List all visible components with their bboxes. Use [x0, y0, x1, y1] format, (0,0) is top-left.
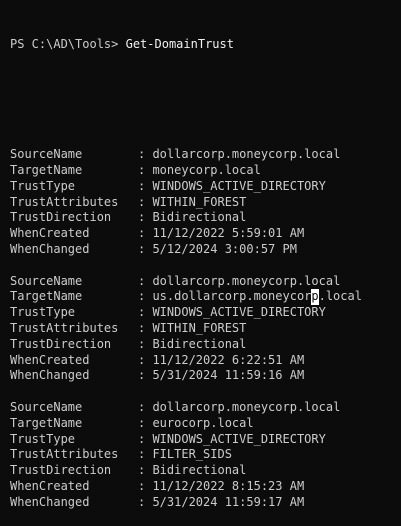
field-separator: : — [138, 241, 153, 256]
trust-field-row: WhenChanged: 5/31/2024 11:59:16 AM — [10, 368, 401, 384]
field-name: WhenChanged — [10, 494, 90, 509]
field-value: WITHIN_FOREST — [152, 320, 247, 335]
field-separator: : — [138, 494, 153, 509]
trust-field-row: TargetName: eurocorp.local — [10, 416, 401, 432]
trust-record: SourceName: dollarcorp.moneycorp.local Ta… — [10, 400, 401, 511]
field-name: TrustType — [10, 178, 76, 193]
prompt-line: PS C:\AD\Tools> Get-DomainTrust — [10, 37, 401, 53]
field-separator: : — [138, 210, 153, 225]
field-value: WINDOWS_ACTIVE_DIRECTORY — [152, 178, 326, 193]
field-value: eurocorp.local — [152, 415, 254, 430]
field-separator: : — [138, 194, 153, 209]
field-value: Bidirectional — [152, 210, 247, 225]
trust-field-row: WhenChanged: 5/31/2024 11:59:17 AM — [10, 495, 401, 511]
trust-records: SourceName: dollarcorp.moneycorp.local Ta… — [10, 147, 401, 510]
field-value: 11/12/2022 6:22:51 AM — [152, 352, 305, 367]
trust-field-row: TrustDirection: Bidirectional — [10, 463, 401, 479]
value-after-cursor: .local — [318, 289, 362, 304]
field-value: 5/31/2024 11:59:17 AM — [152, 494, 305, 509]
field-name: TargetName — [10, 289, 83, 304]
field-separator: : — [138, 320, 153, 335]
trust-field-row: TrustType: WINDOWS_ACTIVE_DIRECTORY — [10, 305, 401, 321]
field-separator: : — [138, 273, 153, 288]
field-separator: : — [138, 399, 153, 414]
field-value: FILTER_SIDS — [152, 447, 232, 462]
field-separator: : — [138, 178, 153, 193]
field-separator: : — [138, 368, 153, 383]
field-name: TrustType — [10, 305, 76, 320]
field-name: SourceName — [10, 273, 83, 288]
trust-field-row: TrustType: WINDOWS_ACTIVE_DIRECTORY — [10, 179, 401, 195]
field-separator: : — [138, 336, 153, 351]
trust-field-row: WhenCreated: 11/12/2022 6:22:51 AM — [10, 353, 401, 369]
field-value: dollarcorp.moneycorp.local — [152, 399, 341, 414]
trust-field-row: TrustDirection: Bidirectional — [10, 337, 401, 353]
trust-field-row: TrustAttributes: FILTER_SIDS — [10, 447, 401, 463]
field-separator: : — [138, 305, 153, 320]
field-separator: : — [138, 226, 153, 241]
trust-field-row: SourceName: dollarcorp.moneycorp.local — [10, 400, 401, 416]
value-before-cursor: us.dollarcorp.moneycor — [152, 289, 312, 304]
field-value: WINDOWS_ACTIVE_DIRECTORY — [152, 431, 326, 446]
field-value: dollarcorp.moneycorp.local — [152, 147, 341, 162]
command-text: Get-DomainTrust — [125, 36, 234, 51]
field-name: WhenChanged — [10, 241, 90, 256]
field-name: SourceName — [10, 147, 83, 162]
field-name: TrustDirection — [10, 463, 112, 478]
field-separator: : — [138, 352, 153, 367]
field-value: Bidirectional — [152, 336, 247, 351]
field-separator: : — [138, 463, 153, 478]
field-name: SourceName — [10, 399, 83, 414]
field-name: WhenCreated — [10, 352, 90, 367]
field-separator: : — [138, 431, 153, 446]
field-value: Bidirectional — [152, 463, 247, 478]
trust-field-row: TrustAttributes: WITHIN_FOREST — [10, 195, 401, 211]
prompt: PS C:\AD\Tools> — [10, 36, 119, 51]
field-value: 11/12/2022 5:59:01 AM — [152, 226, 305, 241]
field-name: WhenCreated — [10, 226, 90, 241]
field-separator: : — [138, 147, 153, 162]
field-value: 5/31/2024 11:59:16 AM — [152, 368, 305, 383]
field-value: dollarcorp.moneycorp.local — [152, 273, 341, 288]
trust-field-row: TrustDirection: Bidirectional — [10, 210, 401, 226]
trust-field-row: WhenCreated: 11/12/2022 5:59:01 AM — [10, 226, 401, 242]
field-name: TrustDirection — [10, 210, 112, 225]
trust-field-row: SourceName: dollarcorp.moneycorp.local — [10, 147, 401, 163]
field-name: TrustAttributes — [10, 447, 119, 462]
field-name: TargetName — [10, 162, 83, 177]
trust-field-row: TargetName: us.dollarcorp.moneycorp.loca… — [10, 289, 401, 306]
powershell-terminal[interactable]: PS C:\AD\Tools> Get-DomainTrust SourceNa… — [0, 0, 401, 509]
field-name: TrustAttributes — [10, 320, 119, 335]
field-name: WhenChanged — [10, 368, 90, 383]
field-value: WINDOWS_ACTIVE_DIRECTORY — [152, 305, 326, 320]
field-value: moneycorp.local — [152, 162, 261, 177]
trust-field-row: WhenCreated: 11/12/2022 8:15:23 AM — [10, 479, 401, 495]
field-separator: : — [138, 289, 153, 304]
field-name: WhenCreated — [10, 478, 90, 493]
trust-field-row: SourceName: dollarcorp.moneycorp.local — [10, 274, 401, 290]
field-name: TargetName — [10, 415, 83, 430]
field-separator: : — [138, 478, 153, 493]
trust-field-row: WhenChanged: 5/12/2024 3:00:57 PM — [10, 242, 401, 258]
field-separator: : — [138, 415, 153, 430]
field-separator: : — [138, 162, 153, 177]
field-name: TrustAttributes — [10, 194, 119, 209]
field-name: TrustDirection — [10, 336, 112, 351]
text-cursor: p — [311, 289, 319, 306]
field-value: WITHIN_FOREST — [152, 194, 247, 209]
field-value: 5/12/2024 3:00:57 PM — [152, 241, 297, 256]
field-separator: : — [138, 447, 153, 462]
trust-record: SourceName: dollarcorp.moneycorp.local Ta… — [10, 274, 401, 385]
trust-field-row: TrustType: WINDOWS_ACTIVE_DIRECTORY — [10, 432, 401, 448]
field-name: TrustType — [10, 431, 76, 446]
trust-field-row: TrustAttributes: WITHIN_FOREST — [10, 321, 401, 337]
field-value: us.dollarcorp.moneycorp.local — [152, 289, 362, 306]
trust-record: SourceName: dollarcorp.moneycorp.local Ta… — [10, 147, 401, 258]
trust-field-row: TargetName: moneycorp.local — [10, 163, 401, 179]
field-value: 11/12/2022 8:15:23 AM — [152, 478, 305, 493]
